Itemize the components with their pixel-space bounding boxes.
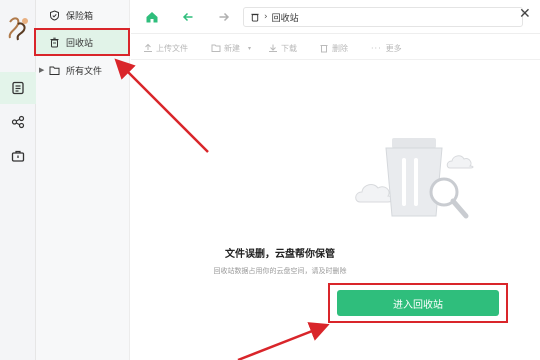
download-icon: [269, 44, 277, 52]
breadcrumb[interactable]: 回收站: [272, 11, 299, 24]
more-icon: ···: [371, 43, 382, 53]
left-rail: [0, 0, 36, 360]
new-button[interactable]: 新建 ▾: [211, 41, 251, 55]
sidebar-item-label: 所有文件: [66, 66, 103, 77]
caret-right-icon[interactable]: ▶: [39, 66, 44, 74]
home-button[interactable]: [143, 8, 161, 26]
rail-tools-button[interactable]: [0, 140, 36, 172]
delete-button[interactable]: 删除: [319, 41, 348, 55]
arrow-left-icon: [182, 12, 193, 22]
upload-icon: [144, 43, 152, 52]
empty-recycle-illustration: [355, 138, 474, 219]
empty-state-subtitle: 回收站数据占用你的云盘空间，请及时删除: [213, 267, 347, 275]
close-icon[interactable]: ✕: [519, 6, 531, 22]
empty-state-title: 文件误删，云盘帮你保管: [225, 249, 335, 260]
highlight-box-enter-button: [328, 283, 508, 323]
top-bar: › 回收站 ✕: [131, 0, 540, 34]
rail-share-button[interactable]: [0, 106, 36, 138]
back-button[interactable]: [179, 8, 197, 26]
forward-button[interactable]: [215, 8, 233, 26]
trash-icon: [250, 12, 260, 22]
address-bar[interactable]: › 回收站: [243, 7, 523, 27]
sidebar-item-all-files[interactable]: ▶ 所有文件: [36, 57, 130, 83]
arrow-right-icon: [219, 12, 230, 22]
upload-label: 上传文件: [156, 43, 188, 53]
sidebar-item-label: 保险箱: [66, 11, 94, 22]
rail-files-button[interactable]: [0, 72, 36, 104]
sidebar-item-safe[interactable]: 保险箱: [36, 2, 130, 28]
delete-icon: [320, 45, 328, 53]
app-logo-icon: [8, 17, 28, 41]
delete-label: 删除: [332, 43, 348, 53]
download-label: 下载: [281, 43, 297, 53]
new-label: 新建: [224, 43, 240, 53]
toolbar: 上传文件 新建 ▾ 下载 删除 ··· 更多: [131, 36, 540, 60]
highlight-box-recycle-bin: [34, 28, 130, 56]
share-icon: [11, 115, 25, 129]
notes-icon: [12, 81, 24, 95]
briefcase-icon: [11, 150, 25, 162]
chevron-down-icon: ▾: [248, 44, 252, 52]
shield-check-icon: [48, 9, 60, 21]
home-icon: [146, 12, 158, 23]
more-button[interactable]: ··· 更多: [371, 41, 402, 55]
new-folder-icon: [211, 44, 221, 52]
more-label: 更多: [385, 43, 402, 53]
folder-icon: [48, 64, 60, 76]
download-button[interactable]: 下载: [268, 41, 297, 55]
chevron-right-icon: ›: [264, 12, 268, 22]
upload-button[interactable]: 上传文件: [143, 41, 188, 55]
